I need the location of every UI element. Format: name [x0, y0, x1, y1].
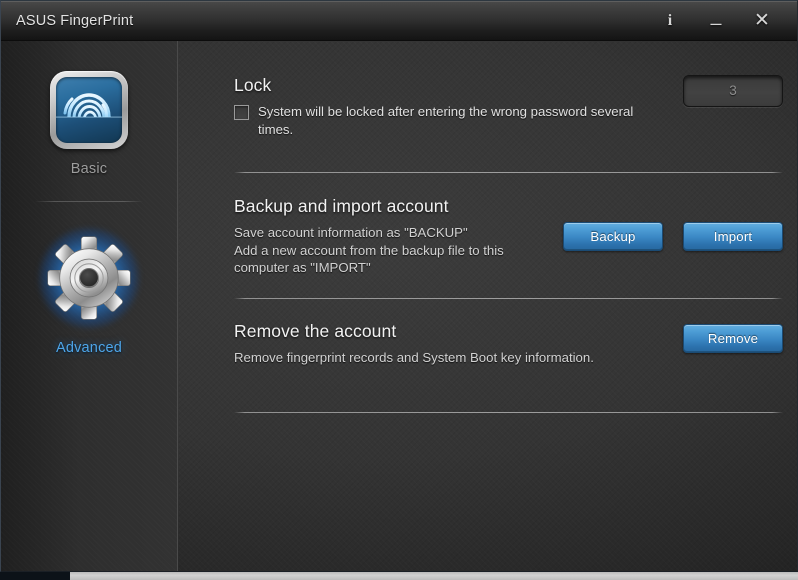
section-lock-title: Lock — [234, 75, 272, 95]
info-icon[interactable]: i — [647, 1, 693, 41]
window-title-brand: ASUS — [16, 12, 57, 29]
content-pane: Lock System will be locked after enterin… — [178, 41, 797, 571]
asus-fingerprint-window: ASUS FingerPrint i _ ✕ Basic Advanced Lo… — [0, 0, 798, 572]
close-icon[interactable]: ✕ — [739, 1, 785, 41]
section-remove-description: Remove fingerprint records and System Bo… — [234, 350, 594, 365]
lock-attempts-input[interactable]: 3 — [683, 75, 783, 107]
remove-button-row: Remove — [683, 324, 783, 353]
lock-checkbox-row[interactable]: System will be locked after entering the… — [234, 103, 665, 138]
minimize-icon[interactable]: _ — [693, 1, 739, 41]
sidebar-item-basic[interactable]: Basic — [1, 71, 177, 177]
taskbar-strip — [70, 571, 798, 580]
window-title-app: FingerPrint — [60, 12, 134, 29]
lock-enable-checkbox[interactable] — [234, 105, 249, 120]
sidebar-item-advanced-label: Advanced — [55, 340, 123, 356]
sidebar-divider — [35, 201, 143, 202]
sidebar-item-basic-label: Basic — [70, 161, 108, 177]
backup-desc-line-1: Save account information as "BACKUP" — [234, 225, 468, 240]
section-lock: Lock System will be locked after enterin… — [234, 75, 783, 138]
section-remove-account: Remove the account Remove fingerprint re… — [234, 321, 783, 367]
backup-import-button-row: Backup Import — [563, 222, 783, 251]
section-remove-title: Remove the account — [234, 321, 397, 341]
backup-desc-line-2: Add a new account from the backup file t… — [234, 242, 504, 258]
taskbar-strip-left — [0, 571, 70, 580]
window-controls: i _ ✕ — [647, 1, 797, 40]
divider-after-backup — [234, 298, 783, 299]
sidebar: Basic Advanced — [1, 41, 178, 571]
divider-after-remove — [234, 412, 783, 413]
title-bar[interactable]: ASUS FingerPrint i _ ✕ — [1, 1, 797, 41]
backup-button[interactable]: Backup — [563, 222, 663, 251]
section-backup-import: Backup and import account Save account i… — [234, 196, 783, 277]
sidebar-item-advanced[interactable]: Advanced — [1, 228, 177, 356]
window-title: ASUS FingerPrint — [16, 13, 133, 29]
divider-after-lock — [234, 172, 783, 173]
fingerprint-icon — [50, 71, 128, 149]
gear-icon — [39, 228, 139, 328]
lock-checkbox-label: System will be locked after entering the… — [258, 104, 634, 137]
remove-button[interactable]: Remove — [683, 324, 783, 353]
import-button[interactable]: Import — [683, 222, 783, 251]
backup-desc-line-3: computer as "IMPORT" — [234, 260, 371, 275]
window-body: Basic Advanced Lock System will be locke… — [1, 41, 797, 571]
section-backup-title: Backup and import account — [234, 196, 449, 216]
section-backup-description: Save account information as "BACKUP" Add… — [234, 224, 545, 277]
